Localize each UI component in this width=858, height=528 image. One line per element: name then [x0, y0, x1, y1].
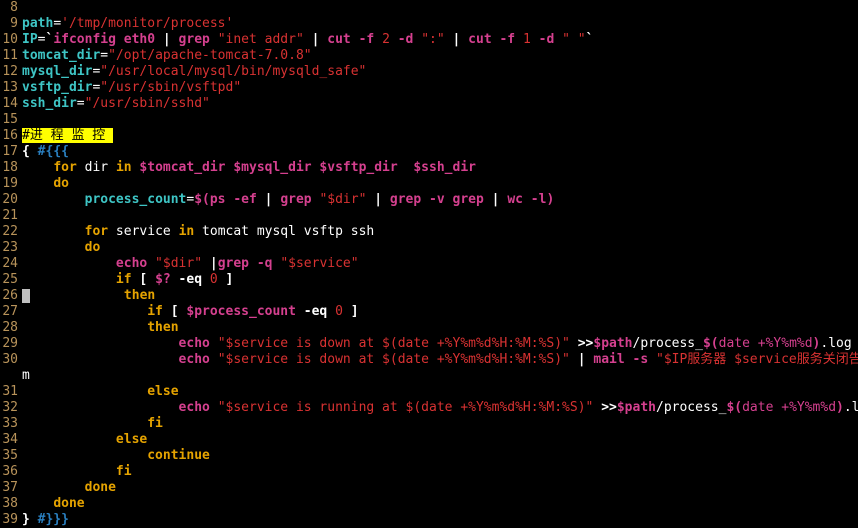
- line-number: 34: [0, 432, 22, 448]
- line-number: 35: [0, 448, 22, 464]
- code-line[interactable]: 27 if [ $process_count -eq 0 ]: [0, 304, 858, 320]
- line-number: 18: [0, 160, 22, 176]
- line-number: 20: [0, 192, 22, 208]
- code-line[interactable]: 36 fi: [0, 464, 858, 480]
- line-number: 30: [0, 352, 22, 368]
- line-number: 10: [0, 32, 22, 48]
- line-number: 38: [0, 496, 22, 512]
- code-line[interactable]: 9path='/tmp/monitor/process': [0, 16, 858, 32]
- line-number: 23: [0, 240, 22, 256]
- code-line[interactable]: 19 do: [0, 176, 858, 192]
- code-line[interactable]: 37 done: [0, 480, 858, 496]
- code-line[interactable]: 29 echo "$service is down at $(date +%Y%…: [0, 336, 858, 352]
- line-number: 33: [0, 416, 22, 432]
- code-line[interactable]: 34 else: [0, 432, 858, 448]
- highlighted-text: #进 程 监 控: [22, 128, 113, 143]
- line-number: 9: [0, 16, 22, 32]
- code-line[interactable]: 24 echo "$dir" |grep -q "$service": [0, 256, 858, 272]
- code-line[interactable]: 26 then: [0, 288, 858, 304]
- line-number: 22: [0, 224, 22, 240]
- code-line[interactable]: 21: [0, 208, 858, 224]
- code-line[interactable]: 10IP=`ifconfig eth0 | grep "inet addr" |…: [0, 32, 858, 48]
- code-line[interactable]: 20 process_count=$(ps -ef | grep "$dir" …: [0, 192, 858, 208]
- code-line[interactable]: 25 if [ $? -eq 0 ]: [0, 272, 858, 288]
- line-number: 27: [0, 304, 22, 320]
- code-line[interactable]: 39} #}}}: [0, 512, 858, 528]
- code-line[interactable]: 35 continue: [0, 448, 858, 464]
- code-line[interactable]: 15: [0, 112, 858, 128]
- line-number: 32: [0, 400, 22, 416]
- line-number: 26: [0, 288, 22, 304]
- line-number: 31: [0, 384, 22, 400]
- line-number: 37: [0, 480, 22, 496]
- line-number: 15: [0, 112, 22, 128]
- line-number: 29: [0, 336, 22, 352]
- code-line-wrap[interactable]: m: [0, 368, 858, 384]
- line-number: 28: [0, 320, 22, 336]
- code-line[interactable]: 18 for dir in $tomcat_dir $mysql_dir $vs…: [0, 160, 858, 176]
- line-number: 13: [0, 80, 22, 96]
- code-line[interactable]: 23 do: [0, 240, 858, 256]
- line-number: 39: [0, 512, 22, 528]
- cursor: [22, 289, 30, 303]
- code-line[interactable]: 38 done: [0, 496, 858, 512]
- line-number: 8: [0, 0, 22, 16]
- code-line[interactable]: 33 fi: [0, 416, 858, 432]
- code-line[interactable]: 32 echo "$service is running at $(date +…: [0, 400, 858, 416]
- line-number: 25: [0, 272, 22, 288]
- line-number: 12: [0, 64, 22, 80]
- code-line[interactable]: 30 echo "$service is down at $(date +%Y%…: [0, 352, 858, 368]
- code-editor[interactable]: 8 9path='/tmp/monitor/process' 10IP=`ifc…: [0, 0, 858, 528]
- code-line[interactable]: 16#进 程 监 控: [0, 128, 858, 144]
- code-line[interactable]: 12mysql_dir="/usr/local/mysql/bin/mysqld…: [0, 64, 858, 80]
- code-line[interactable]: 8: [0, 0, 858, 16]
- line-number: 16: [0, 128, 22, 144]
- code-line[interactable]: 11tomcat_dir="/opt/apache-tomcat-7.0.8": [0, 48, 858, 64]
- line-number: 24: [0, 256, 22, 272]
- code-line[interactable]: 14ssh_dir="/usr/sbin/sshd": [0, 96, 858, 112]
- line-number: 19: [0, 176, 22, 192]
- line-number: 17: [0, 144, 22, 160]
- line-number: 36: [0, 464, 22, 480]
- code-line[interactable]: 28 then: [0, 320, 858, 336]
- line-number: 21: [0, 208, 22, 224]
- code-line[interactable]: 22 for service in tomcat mysql vsftp ssh: [0, 224, 858, 240]
- line-number: 11: [0, 48, 22, 64]
- line-number: 14: [0, 96, 22, 112]
- code-line[interactable]: 17{ #{{{: [0, 144, 858, 160]
- code-line[interactable]: 31 else: [0, 384, 858, 400]
- code-line[interactable]: 13vsftp_dir="/usr/sbin/vsftpd": [0, 80, 858, 96]
